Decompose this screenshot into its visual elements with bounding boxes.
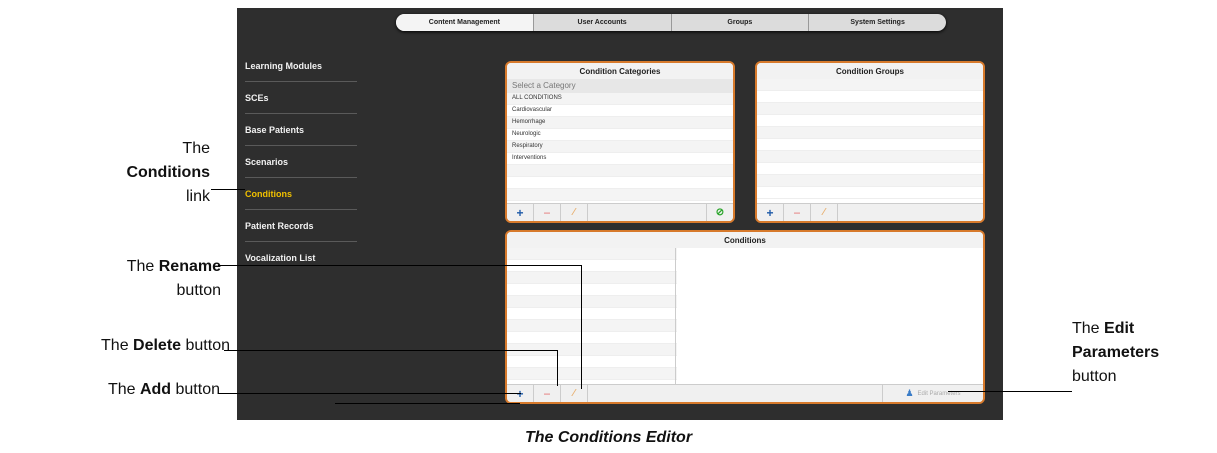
annotation-add-button: The Add button: [20, 380, 220, 400]
conditions-toolbar: + − ⁄ ♟ Edit Parameters: [507, 384, 983, 402]
list-item: [757, 187, 983, 199]
leader-line: [948, 391, 1072, 392]
leader-line: [335, 403, 520, 404]
rename-button[interactable]: ⁄: [561, 385, 588, 402]
annotation-text: button: [176, 282, 221, 299]
list-item: [757, 127, 983, 139]
leader-line: [557, 350, 558, 386]
list-item: [757, 103, 983, 115]
list-item: [507, 260, 677, 272]
list-item[interactable]: Interventions: [507, 153, 733, 165]
tab-content-management[interactable]: Content Management: [396, 14, 534, 31]
top-navigation: Content Management User Accounts Groups …: [396, 14, 946, 31]
list-item: [507, 296, 677, 308]
category-delete-button[interactable]: −: [534, 204, 561, 221]
annotation-bold: Delete: [133, 337, 182, 354]
leader-line: [211, 189, 245, 190]
list-item[interactable]: Respiratory: [507, 141, 733, 153]
annotation-delete-button: The Delete button: [10, 336, 230, 356]
sidebar-item-sces[interactable]: SCEs: [245, 82, 357, 114]
categories-toolbar: + − ⁄ ⊘: [507, 203, 733, 221]
list-item: [757, 163, 983, 175]
annotation-text: The: [126, 258, 159, 275]
list-item: [507, 308, 677, 320]
annotation-text: The: [1072, 320, 1105, 337]
annotation-bold: Edit: [1104, 320, 1135, 337]
category-rename-button[interactable]: ⁄: [561, 204, 588, 221]
annotation-edit-parameters-button: The Edit Parameters button: [1072, 317, 1217, 389]
condition-categories-panel: Condition Categories Select a Category A…: [505, 61, 735, 223]
tab-user-accounts[interactable]: User Accounts: [534, 14, 672, 31]
annotation-bold: Add: [139, 381, 172, 398]
list-item: [507, 248, 677, 260]
list-item[interactable]: Cardiovascular: [507, 105, 733, 117]
annotation-conditions-link: The Conditions link: [80, 137, 210, 209]
list-item: [507, 356, 677, 368]
list-item: [507, 189, 733, 201]
group-add-button[interactable]: +: [757, 204, 784, 221]
list-item: [757, 151, 983, 163]
category-add-button[interactable]: +: [507, 204, 534, 221]
annotation-rename-button: The Rename button: [60, 255, 221, 303]
conditions-panel: Conditions + − ⁄ ♟ Edit Parameters: [505, 230, 985, 404]
list-item: [757, 115, 983, 127]
list-item: [507, 165, 733, 177]
tab-system-settings[interactable]: System Settings: [809, 14, 946, 31]
list-item: [507, 320, 677, 332]
group-delete-button[interactable]: −: [784, 204, 811, 221]
list-item[interactable]: ALL CONDITIONS: [507, 93, 733, 105]
sidebar-item-scenarios[interactable]: Scenarios: [245, 146, 357, 178]
sidebar: Learning Modules SCEs Base Patients Scen…: [245, 50, 357, 273]
leader-line: [218, 265, 582, 266]
annotation-text: button: [1072, 368, 1117, 385]
annotation-text: The: [107, 381, 140, 398]
list-item[interactable]: Neurologic: [507, 129, 733, 141]
tab-groups[interactable]: Groups: [672, 14, 810, 31]
list-item: [757, 175, 983, 187]
list-item: [757, 91, 983, 103]
list-item: [757, 79, 983, 91]
list-item: [507, 368, 677, 380]
sidebar-item-patient-records[interactable]: Patient Records: [245, 210, 357, 242]
annotation-text: link: [185, 188, 210, 205]
figure-caption: The Conditions Editor: [524, 429, 693, 446]
sidebar-item-base-patients[interactable]: Base Patients: [245, 114, 357, 146]
list-item: [507, 332, 677, 344]
annotation-text: button: [171, 381, 221, 398]
list-item: [757, 139, 983, 151]
list-item: [507, 177, 733, 189]
groups-toolbar: + − ⁄: [757, 203, 983, 221]
annotation-bold: Parameters: [1072, 344, 1160, 361]
leader-line: [581, 265, 582, 389]
annotation-text: The: [182, 140, 210, 157]
leader-line: [224, 350, 558, 351]
sidebar-item-conditions[interactable]: Conditions: [245, 178, 357, 210]
pane-divider: [675, 248, 676, 385]
sidebar-item-learning-modules[interactable]: Learning Modules: [245, 50, 357, 82]
list-item: [507, 284, 677, 296]
annotation-bold: Rename: [158, 258, 221, 275]
category-visibility-icon[interactable]: ⊘: [706, 204, 733, 221]
group-rename-button[interactable]: ⁄: [811, 204, 838, 221]
leader-line: [218, 393, 521, 394]
annotation-text: The: [101, 337, 134, 354]
info-person-icon: ♟: [905, 388, 914, 398]
edit-parameters-button[interactable]: ♟ Edit Parameters: [882, 385, 983, 402]
conditions-title: Conditions: [507, 232, 983, 248]
annotation-bold: Conditions: [126, 164, 210, 181]
condition-groups-title: Condition Groups: [757, 63, 983, 79]
annotation-text: button: [181, 337, 231, 354]
sidebar-item-vocalization-list[interactable]: Vocalization List: [245, 242, 357, 273]
list-item[interactable]: Hemorrhage: [507, 117, 733, 129]
category-select[interactable]: Select a Category: [507, 79, 733, 93]
condition-groups-panel: Condition Groups + − ⁄: [755, 61, 985, 223]
condition-categories-title: Condition Categories: [507, 63, 733, 79]
delete-button[interactable]: −: [534, 385, 561, 402]
list-item: [507, 272, 677, 284]
